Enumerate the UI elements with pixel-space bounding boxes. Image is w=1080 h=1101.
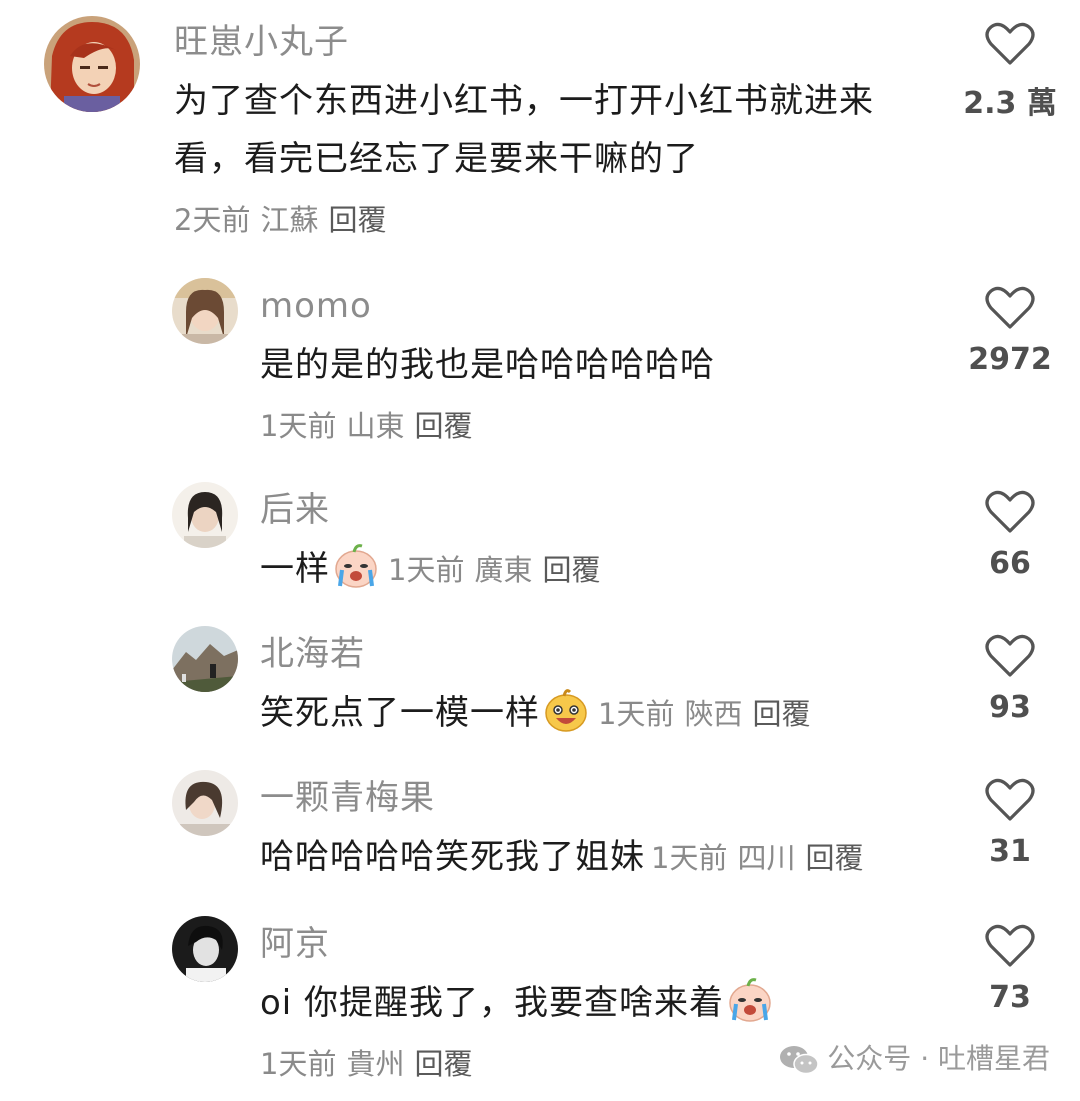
comment-text-body: 笑死点了一模一样 xyxy=(260,693,540,733)
comment-text: 是的是的我也是哈哈哈哈哈哈 xyxy=(260,336,715,394)
avatar[interactable] xyxy=(172,278,238,344)
like-count: 66 xyxy=(989,546,1031,581)
comment-text-line: 一样 1天前 廣東 回覆 xyxy=(260,540,610,599)
like-count: 73 xyxy=(989,980,1031,1015)
comment-text-line: 哈哈哈哈哈笑死我了姐妹 1天前 四川 回覆 xyxy=(260,828,873,887)
like-button[interactable]: 2.3 萬 xyxy=(960,22,1060,122)
comment-text: 为了查个东西进小红书，一打开小红书就进来 看，看完已经忘了是要来干嘛的了 xyxy=(174,72,874,188)
username[interactable]: 一颗青梅果 xyxy=(260,778,435,818)
reply-button[interactable]: 回覆 xyxy=(414,1047,472,1081)
comment-meta: 1天前 陝西 回覆 xyxy=(598,697,820,731)
heart-outline-icon xyxy=(985,924,1035,967)
comment-text-line: oi 你提醒我了，我要查啥来着 xyxy=(260,974,776,1032)
location: 貴州 xyxy=(346,1047,405,1081)
avatar[interactable] xyxy=(172,770,238,836)
comment-meta: 1天前 廣東 回覆 xyxy=(388,553,610,587)
grinning-emoji xyxy=(542,686,590,734)
comment-meta: 1天前 貴州 回覆 xyxy=(260,1046,482,1082)
username[interactable]: 北海若 xyxy=(260,634,365,674)
like-button[interactable]: 93 xyxy=(960,634,1060,725)
username[interactable]: 旺崽小丸子 xyxy=(174,22,349,62)
timestamp: 2天前 xyxy=(174,203,251,237)
timestamp: 1天前 xyxy=(260,1047,337,1081)
comment-text-line: 看，看完已经忘了是要来干嘛的了 xyxy=(174,139,699,179)
crying-emoji xyxy=(726,976,774,1024)
location: 陝西 xyxy=(684,697,743,731)
heart-outline-icon xyxy=(985,286,1035,329)
like-button[interactable]: 73 xyxy=(960,924,1060,1015)
comment-meta: 1天前 山東 回覆 xyxy=(260,408,482,444)
like-count: 93 xyxy=(989,690,1031,725)
comment-meta: 1天前 四川 回覆 xyxy=(651,841,873,875)
timestamp: 1天前 xyxy=(260,409,337,443)
location: 廣東 xyxy=(474,553,533,587)
avatar[interactable] xyxy=(172,916,238,982)
heart-outline-icon xyxy=(985,22,1035,65)
comment-text-line: 是的是的我也是哈哈哈哈哈哈 xyxy=(260,345,715,385)
avatar[interactable] xyxy=(172,626,238,692)
comment-meta: 2天前 江蘇 回覆 xyxy=(174,202,396,238)
like-button[interactable]: 66 xyxy=(960,490,1060,581)
heart-outline-icon xyxy=(985,778,1035,821)
like-button[interactable]: 31 xyxy=(960,778,1060,869)
like-count: 2972 xyxy=(968,342,1052,377)
username[interactable]: momo xyxy=(260,286,372,326)
watermark-text: 公众号 · 吐槽星君 xyxy=(827,1042,1050,1075)
like-button[interactable]: 2972 xyxy=(960,286,1060,377)
reply-button[interactable]: 回覆 xyxy=(328,203,386,237)
username[interactable]: 后来 xyxy=(260,490,330,530)
location: 山東 xyxy=(346,409,405,443)
avatar[interactable] xyxy=(44,16,140,112)
heart-outline-icon xyxy=(985,634,1035,677)
timestamp: 1天前 xyxy=(388,553,465,587)
timestamp: 1天前 xyxy=(651,841,728,875)
comment-text-line: 为了查个东西进小红书，一打开小红书就进来 xyxy=(174,81,874,121)
heart-outline-icon xyxy=(985,490,1035,533)
reply-button[interactable]: 回覆 xyxy=(414,409,472,443)
wechat-icon xyxy=(780,1046,820,1075)
reply-button[interactable]: 回覆 xyxy=(805,841,863,875)
like-count: 31 xyxy=(989,834,1031,869)
location: 江蘇 xyxy=(260,203,319,237)
comment-text: 笑死点了一模一样 1天前 陝西 回覆 xyxy=(260,684,820,743)
username[interactable]: 阿京 xyxy=(260,924,330,964)
location: 四川 xyxy=(737,841,796,875)
avatar[interactable] xyxy=(172,482,238,548)
reply-button[interactable]: 回覆 xyxy=(542,553,600,587)
like-count: 2.3 萬 xyxy=(963,86,1057,121)
crying-emoji xyxy=(332,542,380,590)
comment-text: oi 你提醒我了，我要查啥来着 xyxy=(260,974,776,1032)
comment-text: 哈哈哈哈哈笑死我了姐妹 1天前 四川 回覆 xyxy=(260,828,873,887)
reply-button[interactable]: 回覆 xyxy=(752,697,810,731)
comment-text-body: 一样 xyxy=(260,549,330,589)
watermark: 公众号 · 吐槽星君 xyxy=(779,1037,1050,1077)
comment-text-body: 哈哈哈哈哈笑死我了姐妹 xyxy=(260,837,645,877)
timestamp: 1天前 xyxy=(598,697,675,731)
comment-text: 一样 1天前 廣東 回覆 xyxy=(260,540,610,599)
comment-text-body: oi 你提醒我了，我要查啥来着 xyxy=(260,983,725,1023)
comment-text-line: 笑死点了一模一样 1天前 陝西 回覆 xyxy=(260,684,820,743)
